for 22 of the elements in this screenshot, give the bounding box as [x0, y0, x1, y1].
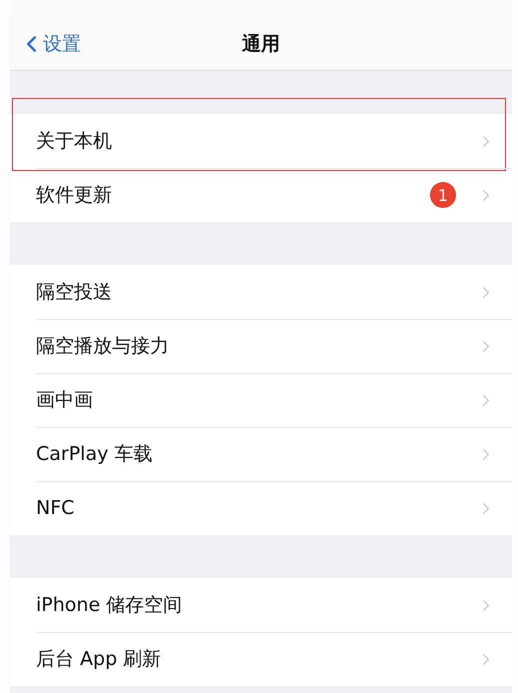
chevron-icon [482, 502, 490, 514]
settings-row[interactable]: 后台 App 刷新 [10, 632, 512, 686]
settings-row[interactable]: 软件更新 1 [10, 168, 512, 222]
page-title: 通用 [242, 32, 280, 56]
settings-row[interactable]: NFC [10, 481, 512, 535]
chevron-icon [482, 448, 490, 460]
chevron-icon [482, 598, 490, 612]
settings-row[interactable]: 隔空播放与接力 [10, 319, 512, 373]
notification-badge: 1 [430, 182, 456, 208]
chevron-icon [482, 394, 490, 406]
chevron-icon [482, 652, 490, 666]
settings-row[interactable]: CarPlay 车载 [10, 427, 512, 481]
chevron-icon [482, 134, 490, 148]
chevron-icon [482, 188, 490, 202]
chevron-icon [482, 340, 490, 352]
settings-row[interactable]: 隔空投送 [10, 265, 512, 319]
back-button[interactable]: 设置 [26, 17, 81, 70]
settings-row[interactable]: 关于本机 [10, 114, 512, 168]
chevron-icon [482, 286, 490, 298]
settings-row[interactable]: iPhone 储存空间 [10, 578, 512, 632]
settings-row[interactable]: 画中画 [10, 373, 512, 427]
back-chevron-icon [26, 34, 37, 52]
